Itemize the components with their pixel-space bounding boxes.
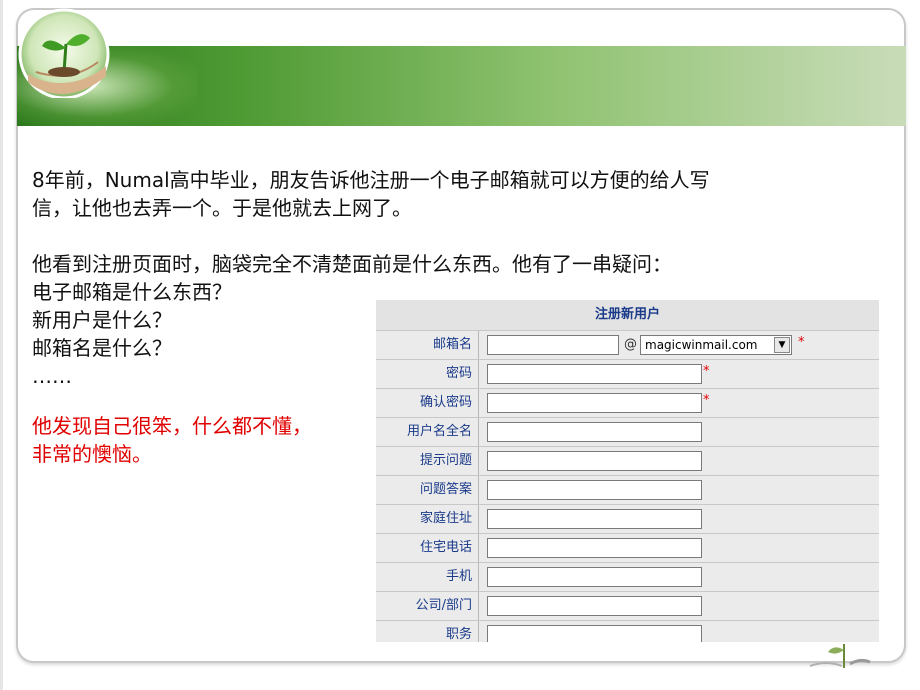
register-form: 注册新用户 邮箱名 @ magicwinmail.com ▼ * 密码 * 确认… [376, 300, 879, 642]
required-star: * [703, 364, 710, 379]
position-input[interactable] [487, 625, 702, 642]
label-answer: 问题答案 [376, 476, 479, 504]
label-mailbox-name: 邮箱名 [376, 331, 479, 359]
home-phone-input[interactable] [487, 538, 702, 558]
label-confirm-password: 确认密码 [376, 389, 479, 417]
domain-select[interactable]: magicwinmail.com ▼ [640, 335, 792, 355]
paragraph-line-1: 8年前，Numal高中毕业，朋友告诉他注册一个电子邮箱就可以方便的给人写 [32, 168, 710, 192]
question-intro: 他看到注册页面时，脑袋完全不清楚面前是什么东西。他有了一串疑问： [32, 252, 672, 276]
mailbox-name-input[interactable] [487, 335, 619, 355]
row-mobile: 手机 [376, 563, 879, 592]
mobile-input[interactable] [487, 567, 702, 587]
label-home-phone: 住宅电话 [376, 534, 479, 562]
form-title: 注册新用户 [376, 300, 879, 331]
label-home-address: 家庭住址 [376, 505, 479, 533]
required-star: * [703, 393, 710, 408]
row-home-address: 家庭住址 [376, 505, 879, 534]
hint-question-input[interactable] [487, 451, 702, 471]
label-position: 职务 [376, 621, 479, 642]
row-position: 职务 [376, 621, 879, 642]
row-home-phone: 住宅电话 [376, 534, 879, 563]
required-star: * [798, 335, 805, 350]
row-password: 密码 * [376, 360, 879, 389]
label-company: 公司/部门 [376, 592, 479, 620]
sprout-icon [809, 644, 871, 668]
row-full-name: 用户名全名 [376, 418, 879, 447]
plant-in-hands-icon [18, 8, 110, 98]
company-input[interactable] [487, 596, 702, 616]
label-password: 密码 [376, 360, 479, 388]
confirm-password-input[interactable] [487, 393, 702, 413]
paragraph-line-2: 信，让他也去弄一个。于是他就去上网了。 [32, 196, 412, 220]
header-banner [17, 46, 906, 126]
dropdown-arrow-icon[interactable]: ▼ [774, 337, 790, 353]
row-mailbox-name: 邮箱名 @ magicwinmail.com ▼ * [376, 331, 879, 360]
label-hint-question: 提示问题 [376, 447, 479, 475]
home-address-input[interactable] [487, 509, 702, 529]
full-name-input[interactable] [487, 422, 702, 442]
row-hint-question: 提示问题 [376, 447, 879, 476]
left-edge [0, 0, 3, 690]
at-symbol: @ [624, 337, 637, 352]
row-confirm-password: 确认密码 * [376, 389, 879, 418]
row-company: 公司/部门 [376, 592, 879, 621]
label-full-name: 用户名全名 [376, 418, 479, 446]
row-answer: 问题答案 [376, 476, 879, 505]
answer-input[interactable] [487, 480, 702, 500]
password-input[interactable] [487, 364, 702, 384]
label-mobile: 手机 [376, 563, 479, 591]
domain-select-value: magicwinmail.com [645, 338, 758, 352]
